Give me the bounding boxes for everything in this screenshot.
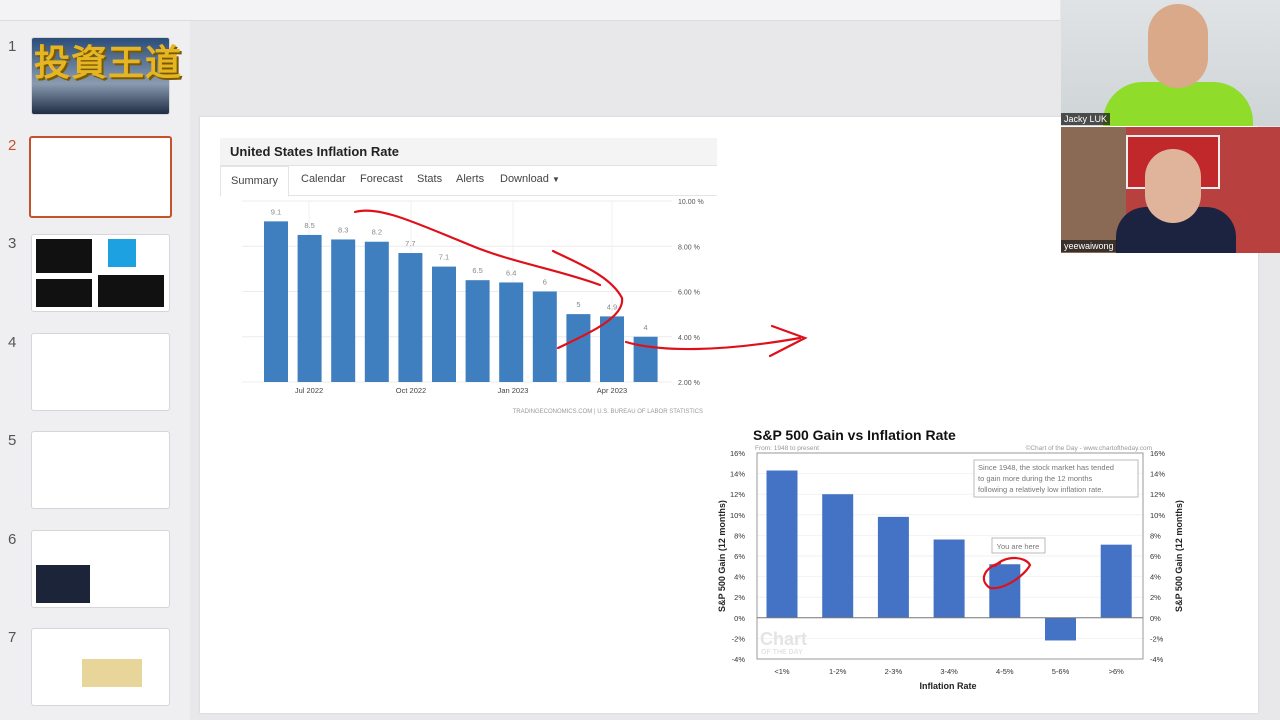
y-tick-label-left: 16% [730, 449, 745, 458]
data-label: 5 [576, 300, 580, 309]
y-tick-label-left: 4% [734, 573, 745, 582]
bar [1100, 544, 1132, 618]
bar [532, 291, 557, 382]
inflation-source: TRADINGECONOMICS.COM | U.S. BUREAU OF LA… [513, 409, 703, 415]
y-tick-label-left: 14% [730, 470, 745, 479]
bar [297, 234, 322, 382]
bar [822, 494, 854, 618]
y-tick-label-left: -2% [732, 634, 746, 643]
x-tick-label: Apr 2023 [597, 386, 627, 395]
inflation-chart: 10.00 % 8.00 % 6.00 % 4.00 % 2.00 % 9.1 8.5 8.3… [242, 199, 704, 395]
data-label: 7.1 [439, 253, 449, 262]
data-label: 7.7 [405, 239, 415, 248]
participant-face [1145, 149, 1201, 223]
bar [331, 239, 356, 382]
y-tick-label-right: 10% [1150, 511, 1165, 520]
x-tick-label: <1% [774, 667, 790, 676]
you-are-here-label: You are here [997, 542, 1040, 551]
y-tick-label-right: 0% [1150, 614, 1161, 623]
sp500-annotation-line: Since 1948, the stock market has tended [978, 463, 1114, 472]
sp500-subtitle: From: 1948 to present [755, 445, 819, 452]
sp500-credit: ©Chart of the Day - www.chartoftheday.co… [1026, 444, 1152, 452]
data-label: 9.1 [271, 207, 281, 216]
bar [364, 241, 389, 382]
data-label: 4 [644, 323, 648, 332]
bar [600, 316, 624, 382]
data-label: 6 [543, 278, 547, 287]
y-tick-label: 10.00 % [678, 199, 704, 206]
data-label: 8.5 [304, 221, 314, 230]
bar [633, 336, 658, 382]
x-tick-label: >6% [1109, 667, 1125, 676]
y-tick-label: 4.00 % [678, 335, 700, 342]
y-tick-label-left: 2% [734, 593, 745, 602]
data-label: 4.9 [607, 302, 617, 311]
y-tick-label-left: 8% [734, 531, 745, 540]
participant-name: Jacky LUK [1061, 113, 1111, 125]
y-tick-label-right: 16% [1150, 449, 1165, 458]
bar [766, 470, 798, 618]
data-label: 8.3 [338, 225, 348, 234]
y-tick-label-right: 4% [1150, 573, 1161, 582]
bar [465, 280, 490, 382]
y-tick-label-right: 14% [1150, 470, 1165, 479]
x-tick-label: 5-6% [1052, 667, 1070, 676]
x-tick-label: Jan 2023 [498, 386, 529, 395]
y-tick-label-right: 8% [1150, 531, 1161, 540]
sp500-xlabel: Inflation Rate [919, 681, 976, 691]
sp500-annotation-line: following a relatively low inflation rat… [978, 485, 1103, 494]
bar [264, 221, 288, 382]
chart-of-the-day-watermark-sub: OF THE DAY [761, 649, 803, 656]
bar [877, 516, 909, 618]
sp500-ylabel-left: S&P 500 Gain (12 months) [717, 500, 727, 612]
y-tick-label: 2.00 % [678, 380, 700, 387]
sp500-title: S&P 500 Gain vs Inflation Rate [753, 427, 956, 443]
participant-face [1148, 4, 1208, 88]
bar [989, 564, 1021, 618]
pen-annotations [353, 209, 1032, 590]
y-tick-label-right: 2% [1150, 593, 1161, 602]
video-tile-yeewaiwong[interactable]: yeewaiwong [1061, 127, 1280, 253]
data-label: 6.4 [506, 268, 516, 277]
y-tick-label: 6.00 % [678, 290, 700, 297]
sp500-annotation-line: to gain more during the 12 months [978, 474, 1092, 483]
sp500-ylabel-right: S&P 500 Gain (12 months) [1174, 500, 1184, 612]
bar [1045, 617, 1076, 641]
participant-name: yeewaiwong [1061, 240, 1117, 252]
video-tile-jacky-luk[interactable]: Jacky LUK [1061, 0, 1280, 126]
y-tick-label-left: 10% [730, 511, 745, 520]
data-label: 6.5 [472, 266, 482, 275]
chart-of-the-day-watermark: Chart [760, 629, 807, 649]
x-tick-label: 1-2% [829, 667, 847, 676]
y-tick-label-left: -4% [732, 655, 746, 664]
bar [499, 282, 524, 382]
x-tick-label: 3-4% [940, 667, 958, 676]
bar [398, 253, 423, 382]
bar [566, 314, 591, 382]
participant-shirt [1103, 82, 1253, 126]
y-tick-label-left: 0% [734, 614, 745, 623]
bar [933, 539, 965, 618]
bar [432, 266, 456, 382]
x-tick-label: Oct 2022 [396, 386, 426, 395]
x-tick-label: Jul 2022 [295, 386, 323, 395]
data-label: 8.2 [372, 228, 382, 237]
y-tick-label-right: 12% [1150, 490, 1165, 499]
x-tick-label: 4-5% [996, 667, 1014, 676]
x-tick-label: 2-3% [885, 667, 903, 676]
y-tick-label-right: 6% [1150, 552, 1161, 561]
y-tick-label-right: -2% [1150, 634, 1164, 643]
y-tick-label-right: -4% [1150, 655, 1164, 664]
y-tick-label: 8.00 % [678, 244, 700, 251]
y-tick-label-left: 6% [734, 552, 745, 561]
y-tick-label-left: 12% [730, 490, 745, 499]
